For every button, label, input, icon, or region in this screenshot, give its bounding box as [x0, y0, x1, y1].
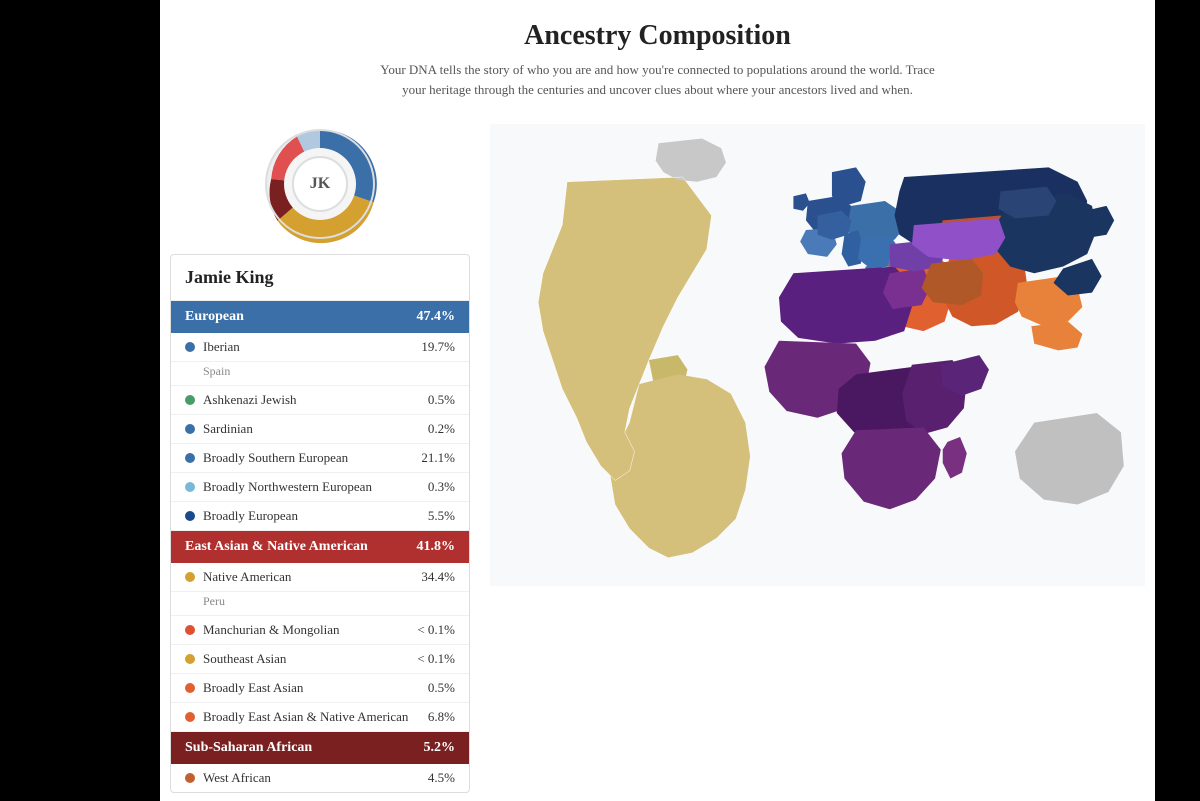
- label-manchurian: Manchurian & Mongolian: [203, 622, 339, 638]
- value-broadly-east-asian: 0.5%: [428, 680, 455, 696]
- value-southeast-asian: < 0.1%: [417, 651, 455, 667]
- east-asian-label: East Asian & Native American: [185, 539, 368, 555]
- list-item: Broadly East Asian 0.5%: [171, 674, 469, 703]
- value-broadly-ea-na: 6.8%: [428, 709, 455, 725]
- category-sub-saharan[interactable]: Sub-Saharan African 5.2%: [171, 732, 469, 764]
- european-pct: 47.4%: [417, 309, 456, 325]
- left-panel: JK Jamie King European 47.4% Iberian 19.…: [170, 124, 470, 793]
- list-item: Broadly Northwestern European 0.3%: [171, 473, 469, 502]
- right-black-bar: [1155, 0, 1200, 801]
- page-header: Ancestry Composition Your DNA tells the …: [160, 10, 1155, 114]
- category-european[interactable]: European 47.4%: [171, 301, 469, 333]
- dot-west-african: [185, 773, 195, 783]
- page-subtitle: Your DNA tells the story of who you are …: [378, 60, 938, 99]
- value-native-american: 34.4%: [421, 569, 455, 585]
- list-item: Broadly European 5.5%: [171, 502, 469, 531]
- list-item: Broadly East Asian & Native American 6.8…: [171, 703, 469, 732]
- value-broadly-southern: 21.1%: [421, 450, 455, 466]
- value-ashkenazi: 0.5%: [428, 392, 455, 408]
- label-broadly-southern: Broadly Southern European: [203, 450, 348, 466]
- label-broadly-east-asian: Broadly East Asian: [203, 680, 303, 696]
- european-label: European: [185, 309, 244, 325]
- label-broadly-euro: Broadly European: [203, 508, 298, 524]
- sub-saharan-label: Sub-Saharan African: [185, 740, 312, 756]
- label-native-american: Native American: [203, 569, 291, 585]
- list-item: Broadly Southern European 21.1%: [171, 444, 469, 473]
- value-manchurian: < 0.1%: [417, 622, 455, 638]
- label-broadly-ea-na: Broadly East Asian & Native American: [203, 709, 408, 725]
- avatar-initials: JK: [292, 156, 348, 212]
- person-name: Jamie King: [171, 255, 469, 301]
- value-west-african: 4.5%: [428, 770, 455, 786]
- list-item: Native American 34.4%: [171, 563, 469, 592]
- left-black-bar: [0, 0, 160, 801]
- dot-broadly-euro: [185, 511, 195, 521]
- avatar-section: JK: [170, 124, 470, 244]
- category-east-asian[interactable]: East Asian & Native American 41.8%: [171, 531, 469, 563]
- dot-sardinian: [185, 424, 195, 434]
- page-title: Ancestry Composition: [180, 20, 1135, 52]
- label-broadly-nw: Broadly Northwestern European: [203, 479, 372, 495]
- list-item: Iberian 19.7%: [171, 333, 469, 362]
- dot-broadly-southern: [185, 453, 195, 463]
- list-item: Southeast Asian < 0.1%: [171, 645, 469, 674]
- dot-ashkenazi: [185, 395, 195, 405]
- world-map: [490, 124, 1145, 586]
- ancestry-card: Jamie King European 47.4% Iberian 19.7% …: [170, 254, 470, 793]
- value-iberian: 19.7%: [421, 339, 455, 355]
- list-item: Manchurian & Mongolian < 0.1%: [171, 616, 469, 645]
- dot-manchurian: [185, 625, 195, 635]
- pie-chart: JK: [260, 124, 380, 244]
- sub-saharan-pct: 5.2%: [424, 740, 456, 756]
- value-sardinian: 0.2%: [428, 421, 455, 437]
- label-west-african: West African: [203, 770, 271, 786]
- label-southeast-asian: Southeast Asian: [203, 651, 286, 667]
- dot-native-american: [185, 572, 195, 582]
- label-ashkenazi: Ashkenazi Jewish: [203, 392, 297, 408]
- list-item: Ashkenazi Jewish 0.5%: [171, 386, 469, 415]
- sub-label-peru: Peru: [171, 592, 469, 616]
- dot-southeast-asian: [185, 654, 195, 664]
- list-item: West African 4.5%: [171, 764, 469, 792]
- dot-broadly-nw: [185, 482, 195, 492]
- map-section: [470, 124, 1145, 793]
- value-broadly-euro: 5.5%: [428, 508, 455, 524]
- dot-iberian: [185, 342, 195, 352]
- sub-label-spain: Spain: [171, 362, 469, 386]
- label-iberian: Iberian: [203, 339, 240, 355]
- list-item: Sardinian 0.2%: [171, 415, 469, 444]
- east-asian-pct: 41.8%: [417, 539, 456, 555]
- label-sardinian: Sardinian: [203, 421, 253, 437]
- value-broadly-nw: 0.3%: [428, 479, 455, 495]
- dot-broadly-ea-na: [185, 712, 195, 722]
- dot-broadly-east-asian: [185, 683, 195, 693]
